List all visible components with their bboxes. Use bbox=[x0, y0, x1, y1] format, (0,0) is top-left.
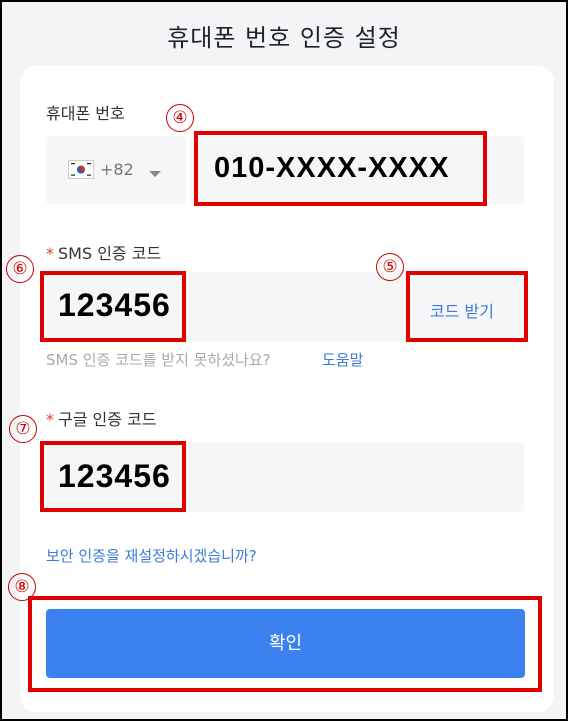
reset-security-link[interactable]: 보안 인증을 재설정하시겠습니까? bbox=[46, 545, 257, 566]
google-code-value: 123456 bbox=[58, 458, 171, 494]
google-label: * 구글 인증 코드 bbox=[46, 410, 157, 429]
sms-label: * SMS 인증 코드 bbox=[46, 244, 162, 263]
sms-code-value: 123456 bbox=[58, 287, 171, 323]
korea-flag-icon bbox=[68, 160, 94, 179]
marker-4: ④ bbox=[166, 104, 194, 132]
marker-7: ⑦ bbox=[9, 415, 37, 443]
get-code-button[interactable]: 코드 받기 bbox=[430, 298, 494, 322]
confirm-button[interactable]: 확인 bbox=[46, 609, 525, 678]
phone-value: 010-XXXX-XXXX bbox=[214, 152, 450, 184]
help-link[interactable]: 도움말 bbox=[322, 349, 363, 370]
page-title: 휴대폰 번호 인증 설정 bbox=[167, 24, 401, 52]
phone-label: 휴대폰 번호 bbox=[46, 104, 125, 123]
chevron-down-icon bbox=[148, 164, 162, 183]
sms-help-text: SMS 인증 코드를 받지 못하셨나요? bbox=[46, 351, 271, 369]
marker-6: ⑥ bbox=[6, 255, 34, 283]
marker-5: ⑤ bbox=[376, 253, 404, 281]
country-code-text: +82 bbox=[100, 160, 134, 179]
